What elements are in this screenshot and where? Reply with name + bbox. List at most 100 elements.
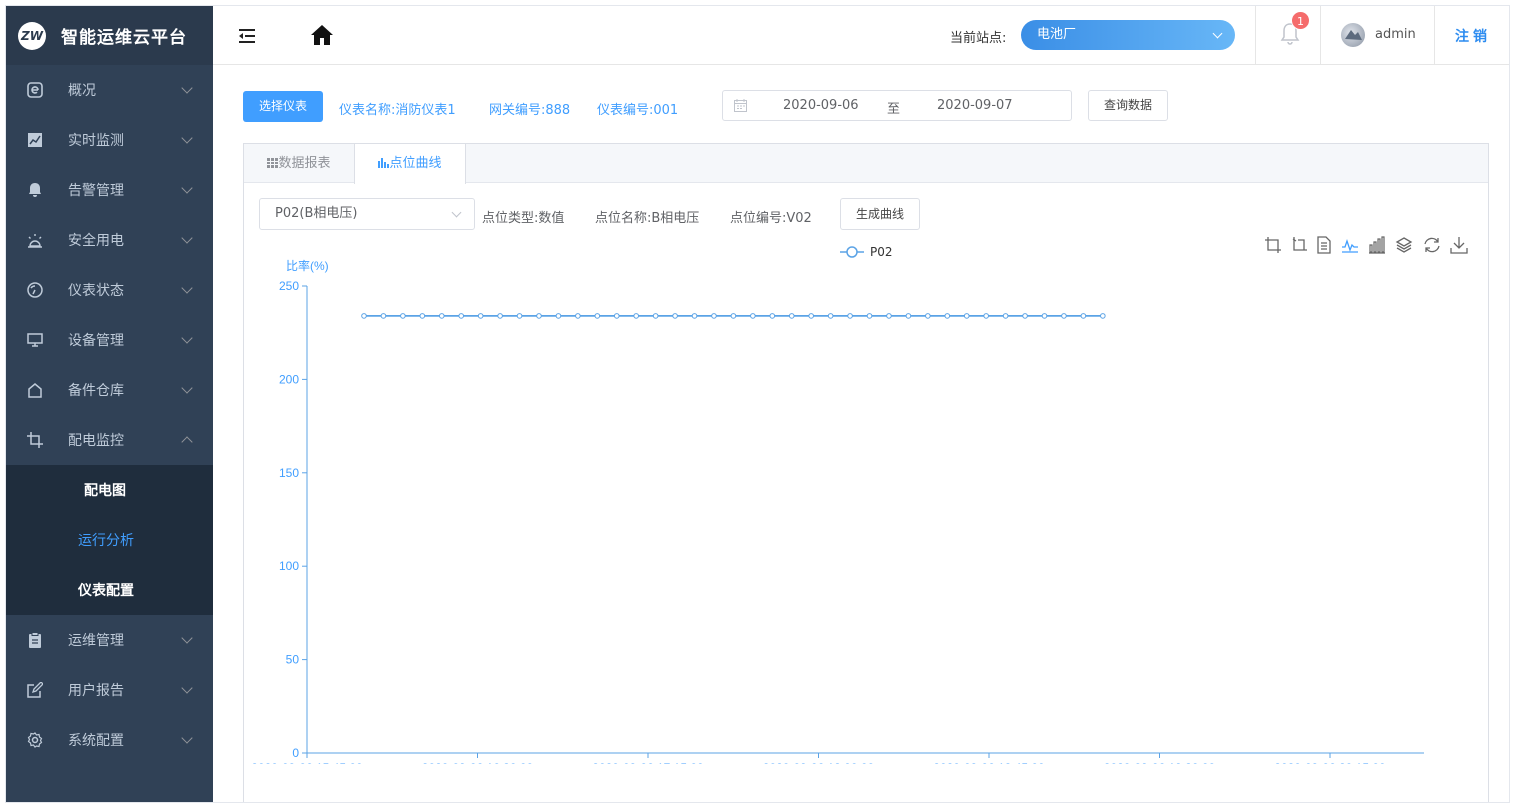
- calendar-icon: [734, 99, 747, 112]
- notification-badge: 1: [1291, 11, 1310, 30]
- bell-icon: [26, 181, 44, 199]
- avatar[interactable]: [1341, 23, 1365, 47]
- meter-number: 仪表编号:001: [597, 103, 679, 118]
- submenu-item-meter-config[interactable]: 仪表配置: [6, 565, 213, 615]
- data-point: [866, 313, 873, 319]
- menu-fold-icon[interactable]: [237, 26, 257, 46]
- home-icon[interactable]: [309, 22, 335, 48]
- data-point: [380, 313, 387, 319]
- logo: ZW: [18, 21, 46, 50]
- sidebar-item[interactable]: 仪表状态: [6, 265, 213, 315]
- chevron-up-icon: [181, 436, 193, 448]
- sidebar-item-label: 仪表状态: [68, 283, 124, 299]
- data-point: [1002, 313, 1009, 319]
- site-select[interactable]: 电池厂: [1021, 20, 1235, 50]
- alarm-light-icon: [26, 231, 44, 249]
- data-point: [458, 313, 465, 319]
- chevron-down-icon: [181, 632, 193, 644]
- sidebar-item[interactable]: 概况: [6, 65, 213, 115]
- brand: ZW 智能运维云平台: [6, 6, 213, 65]
- data-point: [750, 313, 756, 319]
- data-point: [555, 313, 562, 319]
- sidebar-item[interactable]: 备件仓库: [6, 365, 213, 415]
- submenu-item-analysis[interactable]: 运行分析: [6, 515, 213, 565]
- chevron-down-icon: [181, 82, 193, 94]
- username[interactable]: admin: [1375, 27, 1416, 42]
- x-tick-label: 2020-09-06 16:30:00: [422, 761, 534, 764]
- sidebar-item-label: 实时监测: [68, 133, 124, 149]
- sidebar-item[interactable]: 安全用电: [6, 215, 213, 265]
- x-tick-label: 2020-09-06 17:15:00: [592, 761, 704, 764]
- chart-icon: [26, 131, 44, 149]
- data-point: [575, 313, 581, 319]
- data-point: [808, 313, 814, 319]
- data-point: [477, 313, 484, 319]
- data-point: [886, 313, 892, 319]
- house-icon: [26, 381, 44, 399]
- sidebar-item-label: 运维管理: [68, 633, 124, 649]
- sidebar-item-label: 设备管理: [68, 333, 124, 349]
- data-point: [1041, 313, 1048, 319]
- sidebar-item[interactable]: 用户报告: [6, 665, 213, 715]
- data-point: [497, 313, 503, 319]
- settings-icon: [26, 731, 44, 749]
- y-tick-label: 200: [279, 372, 299, 386]
- app-title: 智能运维云平台: [61, 28, 187, 48]
- site-label: 当前站点:: [950, 31, 1007, 46]
- crop-icon: [26, 431, 44, 449]
- data-point: [905, 313, 912, 319]
- data-point: [361, 313, 367, 319]
- monitor-icon: [26, 331, 44, 349]
- data-point: [633, 313, 640, 319]
- data-point: [983, 313, 989, 319]
- date-separator: 至: [887, 102, 901, 117]
- sidebar-item-label: 概况: [68, 83, 96, 99]
- data-point: [769, 313, 776, 319]
- data-point: [730, 313, 737, 319]
- chevron-down-icon: [181, 282, 193, 294]
- meter-name: 仪表名称:消防仪表1: [339, 103, 456, 118]
- main-content: 选择仪表 仪表名称:消防仪表1 网关编号:888 仪表编号:001 2020-0…: [213, 65, 1509, 802]
- y-tick-label: 100: [279, 559, 299, 573]
- sidebar-item-label: 用户报告: [68, 683, 124, 699]
- sidebar-item-label: 配电监控: [68, 433, 124, 449]
- sidebar-item[interactable]: 系统配置: [6, 715, 213, 765]
- x-tick-label: 2020-09-06 18:45:00: [933, 761, 1045, 764]
- submenu-item-diagram[interactable]: 配电图: [6, 465, 213, 515]
- chevron-down-icon: [181, 132, 193, 144]
- chevron-down-icon: [181, 232, 193, 244]
- date-end[interactable]: 2020-09-07: [937, 98, 1013, 113]
- chevron-down-icon: [1212, 28, 1223, 39]
- query-data-button[interactable]: 查询数据: [1088, 90, 1168, 121]
- sidebar-item-label: 备件仓库: [68, 383, 124, 399]
- chevron-down-icon: [181, 182, 193, 194]
- y-tick-label: 0: [292, 746, 299, 760]
- select-meter-button[interactable]: 选择仪表: [243, 91, 323, 122]
- sidebar-item[interactable]: 设备管理: [6, 315, 213, 365]
- line-chart[interactable]: 比率(%) 0 50 100 150 200 250 2020-09-06 15:45:00 2…: [244, 144, 1488, 764]
- date-start[interactable]: 2020-09-06: [783, 98, 859, 113]
- date-range-picker[interactable]: 2020-09-06 至 2020-09-07: [722, 90, 1072, 121]
- logout-link[interactable]: 注销: [1455, 26, 1491, 46]
- clipboard-icon: [26, 631, 44, 649]
- chevron-down-icon: [181, 332, 193, 344]
- data-point: [672, 313, 678, 319]
- data-point: [613, 313, 620, 319]
- x-tick-label: 2020-09-06 19:30:00: [1104, 761, 1216, 764]
- edit-icon: [26, 681, 44, 699]
- data-point: [536, 313, 542, 319]
- sidebar-item[interactable]: 运维管理: [6, 615, 213, 665]
- data-point: [691, 313, 698, 319]
- data-point: [594, 313, 601, 319]
- gauge-icon: [26, 281, 44, 299]
- y-tick-label: 50: [286, 653, 300, 667]
- data-point: [652, 313, 659, 319]
- sidebar-item[interactable]: 配电监控: [6, 415, 213, 465]
- sidebar-item[interactable]: 实时监测: [6, 115, 213, 165]
- data-point: [827, 313, 834, 319]
- x-tick-label: 2020-09-06 20:15:00: [1274, 761, 1386, 764]
- data-point: [925, 313, 931, 319]
- sidebar-item[interactable]: 告警管理: [6, 165, 213, 215]
- data-point: [788, 313, 795, 319]
- chevron-down-icon: [181, 732, 193, 744]
